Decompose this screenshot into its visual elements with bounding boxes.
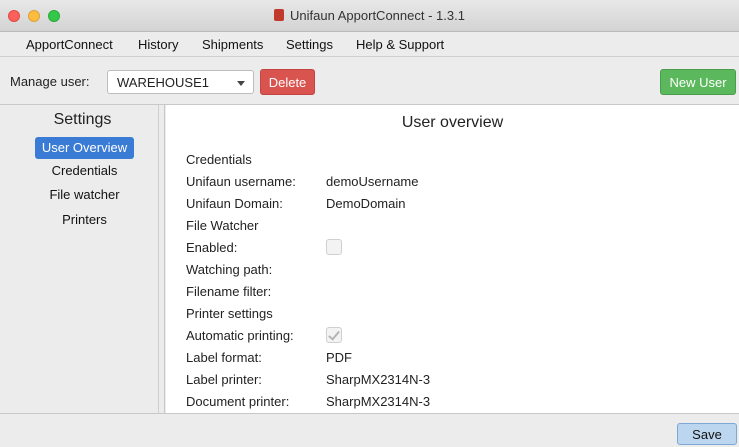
- label-format-label: Label format:: [186, 350, 262, 365]
- watching-path-label: Watching path:: [186, 262, 273, 277]
- footer-bar: Save: [0, 413, 739, 447]
- label-printer-label: Label printer:: [186, 372, 262, 387]
- document-printer-value: SharpMX2314N-3: [326, 394, 431, 409]
- sidebar-item-user-overview[interactable]: User Overview: [35, 137, 134, 159]
- file-watcher-heading: File Watcher: [186, 218, 259, 233]
- window-title-wrap: Unifaun ApportConnect - 1.3.1: [0, 8, 739, 23]
- credentials-heading: Credentials: [186, 152, 252, 167]
- sidebar-divider[interactable]: [158, 105, 159, 413]
- user-select-value: WAREHOUSE1: [117, 75, 209, 90]
- sidebar-item-file-watcher[interactable]: File watcher: [35, 184, 134, 206]
- user-overview-panel: User overview Credentials Unifaun userna…: [166, 105, 739, 413]
- username-value: demoUsername: [326, 174, 419, 189]
- settings-sidebar: Settings User Overview Credentials File …: [0, 105, 165, 413]
- menu-history[interactable]: History: [138, 37, 178, 52]
- title-bar: Unifaun ApportConnect - 1.3.1: [0, 0, 739, 32]
- chevron-down-icon: [237, 81, 245, 86]
- document-printer-label: Document printer:: [186, 394, 290, 409]
- printer-settings-heading: Printer settings: [186, 306, 273, 321]
- automatic-printing-checkbox[interactable]: [326, 327, 342, 343]
- menu-help-support[interactable]: Help & Support: [356, 37, 444, 52]
- user-toolbar: Manage user: WAREHOUSE1 Delete New User: [0, 57, 739, 105]
- window-title: Unifaun ApportConnect - 1.3.1: [290, 8, 465, 23]
- enabled-checkbox[interactable]: [326, 239, 342, 255]
- user-select[interactable]: WAREHOUSE1: [107, 70, 254, 94]
- menu-shipments[interactable]: Shipments: [202, 37, 263, 52]
- sidebar-title: Settings: [53, 111, 112, 128]
- sidebar-item-credentials[interactable]: Credentials: [35, 160, 134, 182]
- delete-user-button[interactable]: Delete: [260, 69, 315, 95]
- manage-user-label: Manage user:: [10, 74, 90, 89]
- menu-settings[interactable]: Settings: [286, 37, 333, 52]
- label-printer-value: SharpMX2314N-3: [326, 372, 431, 387]
- domain-value: DemoDomain: [326, 196, 406, 211]
- checkmark-icon: [328, 328, 340, 341]
- automatic-printing-label: Automatic printing:: [186, 328, 294, 343]
- menu-bar: ApportConnect History Shipments Settings…: [0, 32, 739, 57]
- filename-filter-label: Filename filter:: [186, 284, 272, 299]
- save-button[interactable]: Save: [677, 423, 737, 445]
- page-title: User overview: [401, 114, 504, 131]
- menu-apportconnect[interactable]: ApportConnect: [26, 37, 113, 52]
- username-label: Unifaun username:: [186, 174, 296, 189]
- label-format-value: PDF: [326, 350, 352, 365]
- sidebar-item-printers[interactable]: Printers: [35, 209, 134, 231]
- enabled-label: Enabled:: [186, 240, 238, 255]
- new-user-button[interactable]: New User: [660, 69, 736, 95]
- domain-label: Unifaun Domain:: [186, 196, 283, 211]
- app-logo-icon: [274, 9, 285, 21]
